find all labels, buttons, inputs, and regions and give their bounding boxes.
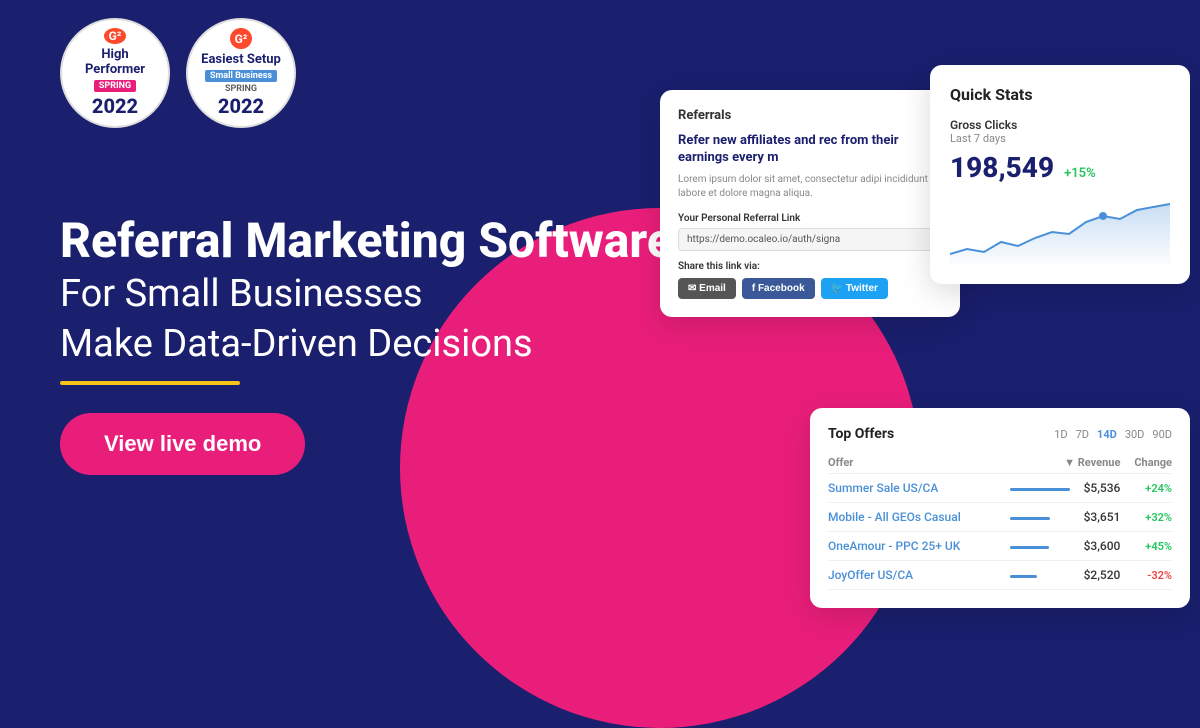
change-value: +45% — [1120, 532, 1172, 561]
offer-name[interactable]: Summer Sale US/CA — [828, 474, 1010, 503]
change-value: -32% — [1120, 561, 1172, 590]
top-offers-header: Top Offers 1D 7D 14D 30D 90D — [828, 426, 1172, 442]
revenue-value: $5,536 — [1070, 474, 1120, 503]
tab-7d[interactable]: 7D — [1076, 428, 1089, 441]
view-demo-button[interactable]: View live demo — [60, 413, 305, 475]
revenue-bar — [1010, 488, 1070, 491]
badge-season-2: SPRING — [225, 84, 257, 94]
quick-stats-value-row: 198,549 +15% — [950, 151, 1170, 184]
change-value: +24% — [1120, 474, 1172, 503]
referrals-share-buttons: ✉ Email f Facebook 🐦 Twitter — [678, 278, 942, 299]
accent-underline — [60, 381, 240, 385]
hero-line2: For Small Businesses — [60, 272, 680, 318]
revenue-value: $3,600 — [1070, 532, 1120, 561]
referrals-link-value[interactable]: https://demo.ocaleo.io/auth/signa — [678, 228, 942, 251]
quick-stats-title: Quick Stats — [950, 85, 1170, 104]
revenue-bar-cell — [1010, 532, 1070, 561]
revenue-value: $3,651 — [1070, 503, 1120, 532]
badge-title-1: High Performer — [70, 47, 160, 78]
change-value: +32% — [1120, 503, 1172, 532]
share-email-button[interactable]: ✉ Email — [678, 278, 736, 299]
revenue-bar — [1010, 517, 1050, 520]
revenue-bar-cell — [1010, 561, 1070, 590]
badges-row: G² High Performer SPRING 2022 G² Easiest… — [60, 18, 296, 128]
revenue-value: $2,520 — [1070, 561, 1120, 590]
badge-subtitle-2: Small Business — [205, 70, 277, 82]
revenue-bar-cell — [1010, 503, 1070, 532]
quick-stats-metric-sub: Last 7 days — [950, 132, 1170, 145]
share-facebook-button[interactable]: f Facebook — [742, 278, 815, 299]
tab-14d[interactable]: 14D — [1097, 428, 1117, 441]
badge-title-2: Easiest Setup — [201, 52, 281, 68]
col-revenue: ▼ Revenue — [1010, 452, 1120, 474]
col-offer: Offer — [828, 452, 1010, 474]
badge-high-performer: G² High Performer SPRING 2022 — [60, 18, 170, 128]
right-section: Referrals Refer new affiliates and rec f… — [620, 0, 1200, 628]
tab-90d[interactable]: 90D — [1152, 428, 1172, 441]
referrals-link-label: Your Personal Referral Link — [678, 213, 942, 224]
tab-30d[interactable]: 30D — [1125, 428, 1145, 441]
tab-1d[interactable]: 1D — [1054, 428, 1067, 441]
top-offers-card: Top Offers 1D 7D 14D 30D 90D Offer ▼ Rev… — [810, 408, 1190, 608]
quick-stats-value: 198,549 — [950, 151, 1054, 184]
revenue-bar — [1010, 575, 1037, 578]
badge-year-2: 2022 — [218, 94, 264, 118]
referrals-share-label: Share this link via: — [678, 261, 942, 272]
referrals-body: Lorem ipsum dolor sit amet, consectetur … — [678, 173, 942, 201]
offer-name[interactable]: OneAmour - PPC 25+ UK — [828, 532, 1010, 561]
col-change: Change — [1120, 452, 1172, 474]
sparkline-chart — [950, 194, 1170, 264]
table-row: OneAmour - PPC 25+ UK $3,600 +45% — [828, 532, 1172, 561]
referrals-headline: Refer new affiliates and rec from their … — [678, 133, 942, 167]
referrals-card-title: Referrals — [678, 108, 942, 123]
quick-stats-change: +15% — [1064, 166, 1096, 181]
g2-logo-1: G² — [104, 28, 126, 44]
table-row: Summer Sale US/CA $5,536 +24% — [828, 474, 1172, 503]
top-offers-title: Top Offers — [828, 426, 894, 442]
badge-year-1: 2022 — [92, 94, 138, 118]
offer-name[interactable]: JoyOffer US/CA — [828, 561, 1010, 590]
revenue-bar — [1010, 546, 1049, 549]
top-offers-table: Offer ▼ Revenue Change Summer Sale US/CA… — [828, 452, 1172, 590]
share-twitter-button[interactable]: 🐦 Twitter — [821, 278, 888, 299]
badge-easiest-setup: G² Easiest Setup Small Business SPRING 2… — [186, 18, 296, 128]
top-offers-tabs: 1D 7D 14D 30D 90D — [1054, 428, 1172, 441]
referrals-card: Referrals Refer new affiliates and rec f… — [660, 90, 960, 317]
hero-line3: Make Data-Driven Decisions — [60, 322, 680, 368]
badge-subtitle-1: SPRING — [94, 80, 136, 92]
revenue-bar-cell — [1010, 474, 1070, 503]
offer-name[interactable]: Mobile - All GEOs Casual — [828, 503, 1010, 532]
g2-logo-2: G² — [230, 28, 252, 49]
quick-stats-card: Quick Stats Gross Clicks Last 7 days 198… — [930, 65, 1190, 284]
hero-line1: Referral Marketing Software — [60, 213, 680, 268]
quick-stats-metric-label: Gross Clicks — [950, 118, 1170, 132]
table-row: JoyOffer US/CA $2,520 -32% — [828, 561, 1172, 590]
table-row: Mobile - All GEOs Casual $3,651 +32% — [828, 503, 1172, 532]
